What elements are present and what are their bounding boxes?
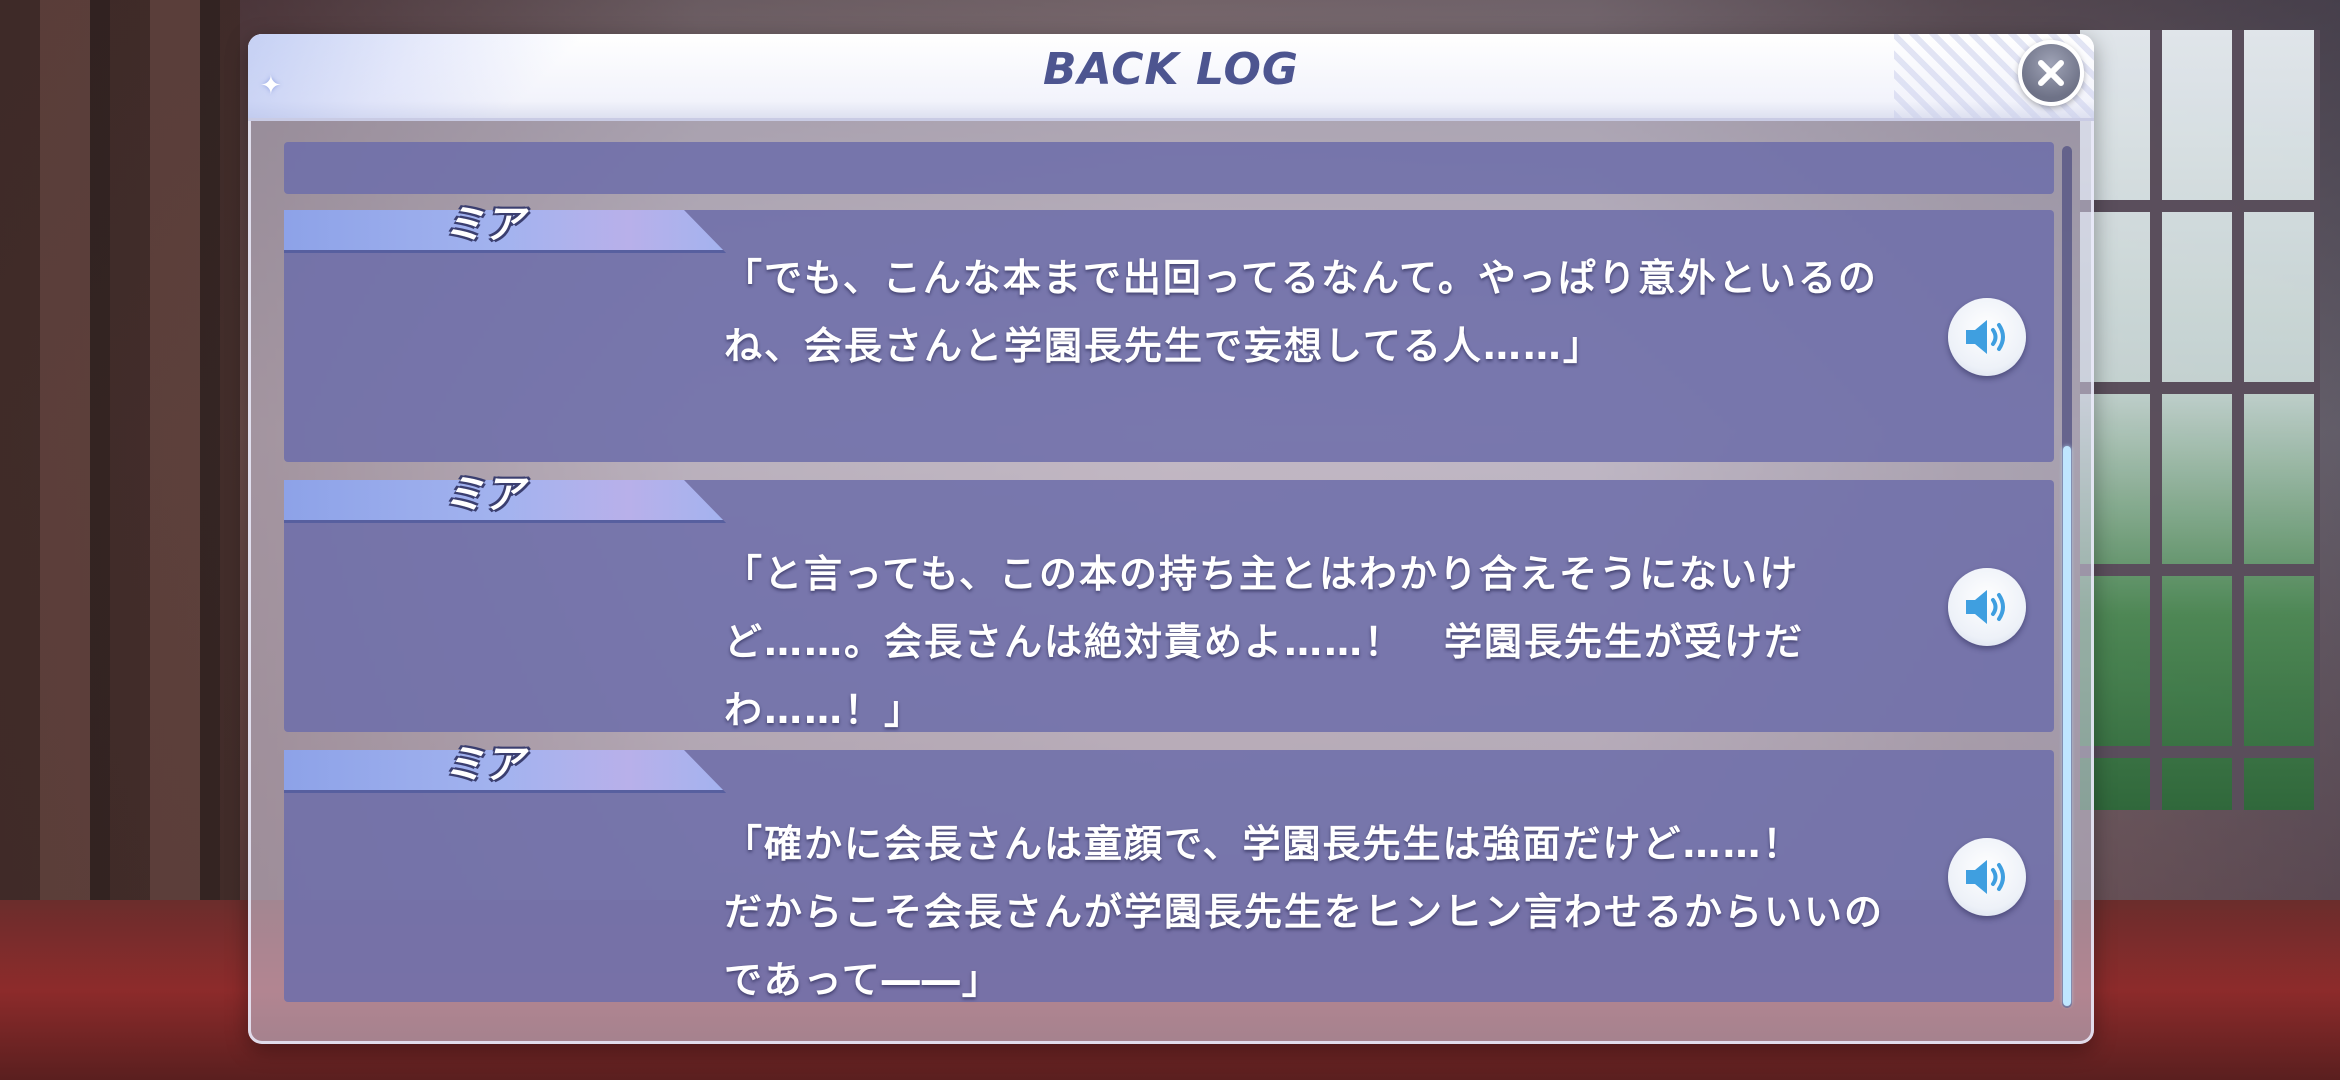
log-entry: ミア 「と言っても、この本の持ち主とはわかり合えそうにないけど……。会長さんは絶… — [284, 472, 2054, 732]
voice-replay-button[interactable] — [1948, 568, 2026, 646]
dialogue-text: 「と言っても、この本の持ち主とはわかり合えそうにないけど……。会長さんは絶対責め… — [724, 552, 1805, 732]
speaker-icon — [1966, 860, 2005, 894]
log-entry: ミア 「確かに会長さんは童顔で、学園長先生は強面だけど……！ だからこそ会長さん… — [284, 742, 2054, 1002]
speaker-name: ミア — [444, 472, 524, 518]
scrollbar-thumb[interactable] — [2063, 446, 2071, 1006]
speaker-icon — [1966, 320, 2005, 354]
dialogue-text: 「でも、こんな本まで出回ってるなんて。やっぱり意外といるのね、会長さんと学園長先… — [724, 256, 1878, 368]
speaker-icon — [1966, 590, 2005, 624]
voice-replay-button[interactable] — [1948, 838, 2026, 916]
log-entry: ミア 「でも、こんな本まで出回ってるなんて。やっぱり意外といるのね、会長さんと学… — [284, 202, 2054, 462]
backlog-dialog: ✦ BACK LOG ミア 「でも、こんな本まで出回ってるなんて。やっぱり意外と… — [248, 34, 2094, 1044]
voice-replay-button[interactable] — [1948, 298, 2026, 376]
close-button[interactable] — [2018, 40, 2084, 106]
log-entry-partial — [284, 142, 2054, 194]
dialog-header: ✦ BACK LOG — [248, 34, 2094, 121]
speaker-name: ミア — [444, 742, 524, 788]
dialog-title: BACK LOG — [1043, 44, 1299, 95]
background-window — [2080, 30, 2320, 810]
dialogue-text: 「確かに会長さんは童顔で、学園長先生は強面だけど……！ だからこそ会長さんが学園… — [724, 822, 1885, 1002]
log-list[interactable]: ミア 「でも、こんな本まで出回ってるなんて。やっぱり意外といるのね、会長さんと学… — [284, 142, 2054, 1010]
speaker-name: ミア — [444, 202, 524, 248]
close-icon — [2038, 60, 2064, 86]
scrollbar[interactable] — [2062, 146, 2072, 1008]
